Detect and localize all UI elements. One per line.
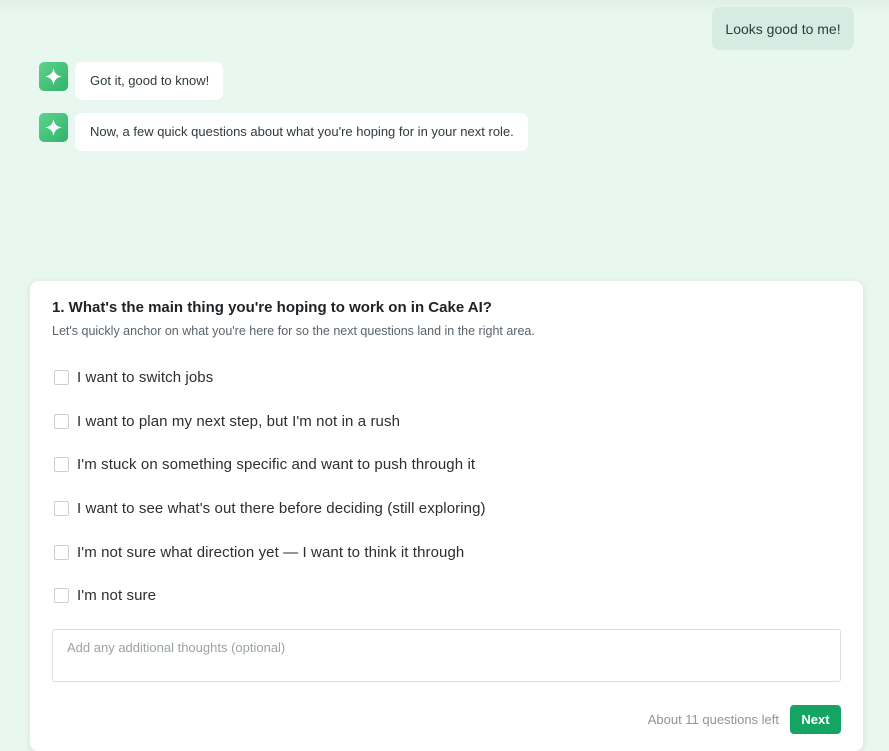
options-list: I want to switch jobs I want to plan my … <box>52 356 841 618</box>
option-label: I'm not sure what direction yet — I want… <box>77 543 465 561</box>
option-switch-jobs[interactable]: I want to switch jobs <box>52 356 841 400</box>
question-card: 1. What's the main thing you're hoping t… <box>30 281 863 751</box>
bot-message-text: Now, a few quick questions about what yo… <box>90 124 514 139</box>
option-label: I want to switch jobs <box>77 369 214 387</box>
option-checkbox[interactable] <box>54 501 69 517</box>
option-plan-next-step[interactable]: I want to plan my next step, but I'm not… <box>52 400 841 444</box>
option-label: I want to plan my next step, but I'm not… <box>77 412 401 430</box>
sparkle-icon <box>45 119 62 136</box>
question-footer: About 11 questions left Next <box>648 705 841 734</box>
option-checkbox[interactable] <box>54 588 69 604</box>
question-subtitle: Let's quickly anchor on what you're here… <box>52 324 535 338</box>
option-checkbox[interactable] <box>54 413 69 429</box>
bot-message-bubble: Got it, good to know! <box>75 62 224 100</box>
bot-message-row: Got it, good to know! <box>39 62 224 100</box>
bot-avatar <box>39 113 68 142</box>
option-label: I'm stuck on something specific and want… <box>77 456 476 474</box>
next-button[interactable]: Next <box>790 705 841 734</box>
option-unsure-direction[interactable]: I'm not sure what direction yet — I want… <box>52 530 841 574</box>
bot-avatar <box>39 62 68 91</box>
bot-message-row: Now, a few quick questions about what yo… <box>39 113 528 151</box>
bot-message-text: Got it, good to know! <box>90 73 210 88</box>
option-label: I want to see what's out there before de… <box>77 500 486 518</box>
bot-message-bubble: Now, a few quick questions about what yo… <box>75 113 528 151</box>
option-checkbox[interactable] <box>54 457 69 473</box>
user-message-bubble: Looks good to me! <box>712 7 854 50</box>
option-stuck-on-something[interactable]: I'm stuck on something specific and want… <box>52 443 841 487</box>
option-still-exploring[interactable]: I want to see what's out there before de… <box>52 487 841 531</box>
additional-thoughts-input[interactable] <box>52 629 841 682</box>
questions-remaining-text: About 11 questions left <box>647 712 779 727</box>
option-checkbox[interactable] <box>54 544 69 560</box>
question-title: 1. What's the main thing you're hoping t… <box>52 299 492 316</box>
sparkle-icon <box>45 68 62 85</box>
user-message-text: Looks good to me! <box>725 20 841 37</box>
option-checkbox[interactable] <box>54 370 69 386</box>
option-label: I'm not sure <box>77 587 157 605</box>
option-not-sure[interactable]: I'm not sure <box>52 574 841 618</box>
